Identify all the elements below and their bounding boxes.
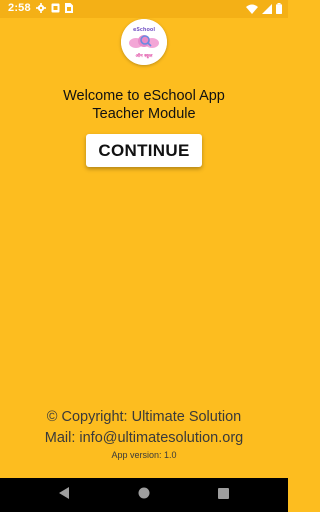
- cellular-signal-icon: [262, 3, 272, 14]
- status-icons-right: [246, 3, 282, 14]
- recents-button[interactable]: [213, 485, 233, 505]
- wifi-icon: [246, 4, 258, 14]
- home-icon: [138, 486, 150, 504]
- app-version-text: App version: 1.0: [111, 450, 177, 460]
- eschool-logo-image: eSchool ऑन स्कूल: [121, 19, 167, 65]
- status-bar: 2:58: [0, 0, 288, 18]
- settings-gear-icon: [36, 3, 46, 13]
- back-icon: [58, 486, 70, 504]
- continue-button[interactable]: CONTINUE: [86, 134, 202, 167]
- back-button[interactable]: [54, 485, 74, 505]
- home-button[interactable]: [134, 485, 154, 505]
- screenshot-icon: [51, 3, 60, 13]
- app-logo: eSchool ऑन स्कूल: [121, 19, 167, 65]
- status-time: 2:58: [8, 2, 31, 14]
- battery-icon: [276, 3, 282, 14]
- recents-icon: [217, 486, 229, 504]
- welcome-subtitle: Teacher Module: [92, 106, 196, 122]
- logo-top-text: eSchool: [133, 27, 155, 33]
- sim-card-icon: [65, 3, 73, 13]
- status-icons-left: [36, 3, 73, 13]
- logo-bottom-text: ऑन स्कूल: [136, 52, 154, 59]
- welcome-title: Welcome to eSchool App: [63, 88, 225, 104]
- copyright-text: © Copyright: Ultimate Solution: [46, 409, 242, 425]
- contact-mail-text: Mail: info@ultimatesolution.org: [44, 430, 244, 446]
- system-nav-bar: [0, 478, 288, 512]
